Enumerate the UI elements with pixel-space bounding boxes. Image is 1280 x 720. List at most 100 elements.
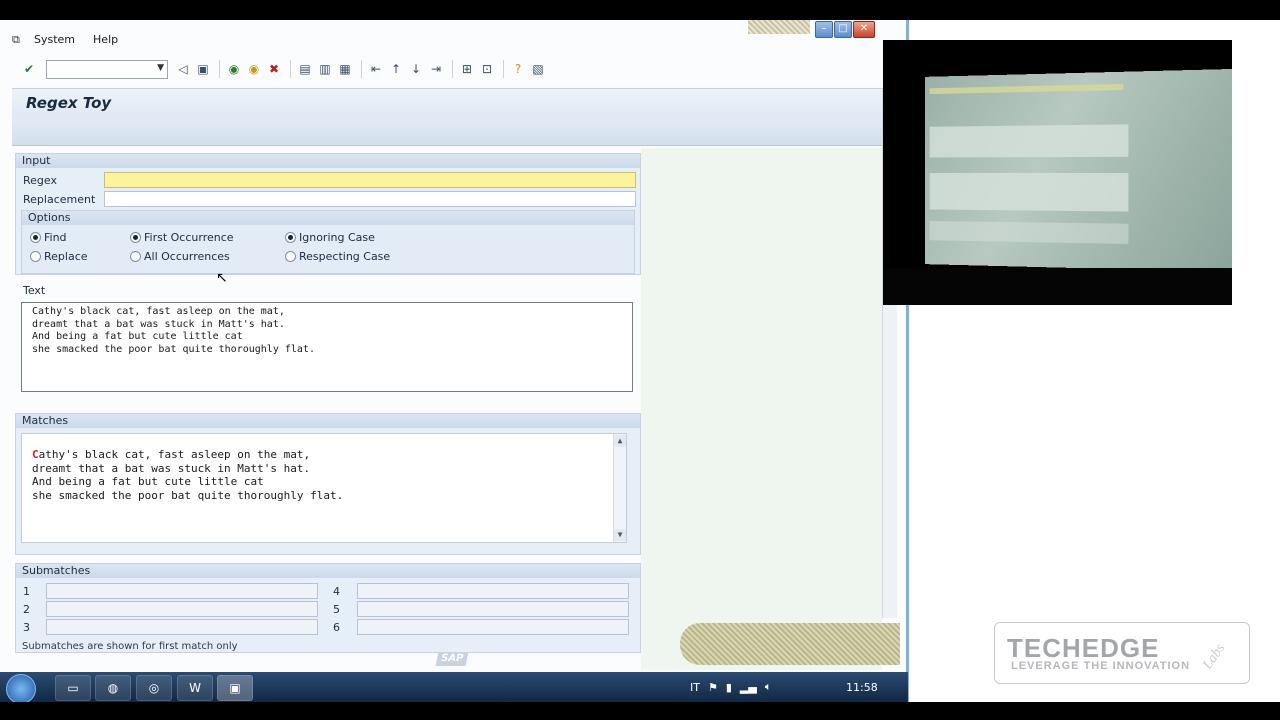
minimize-button[interactable]: – — [815, 21, 833, 38]
logo-tagline: LEVERAGE THE INNOVATION — [1011, 660, 1191, 672]
toolbar-separator — [290, 60, 291, 78]
flag-icon[interactable]: ⚑ — [708, 681, 718, 694]
cancel-icon[interactable]: ✖ — [265, 60, 283, 78]
windows-start-icon[interactable] — [6, 674, 36, 704]
submatch-field-3 — [46, 619, 318, 635]
radio-selected-icon — [130, 232, 141, 243]
projected-bar — [929, 83, 1124, 95]
taskbar: ▭ ◍ ◎ W ▣ IT ⚑ ▮ ▂▄ 🔈︎ 11:58 — [0, 672, 908, 704]
text-input[interactable]: Cathy's black cat, fast asleep on the ma… — [21, 302, 633, 392]
sap-window: – □ ✕ ⧉ System Help ✔ ▼ ◁ ▣ ◉ ◉ ✖ ▤ ▥ ▦ … — [0, 20, 908, 672]
submatch-number: 1 — [23, 585, 30, 598]
firefox-icon[interactable]: ◍ — [95, 675, 131, 701]
chrome-icon[interactable]: ◎ — [136, 675, 172, 701]
save-icon[interactable]: ▣ — [194, 60, 212, 78]
text-line: Cathy's black cat, fast asleep on the ma… — [32, 306, 285, 317]
first-page-icon[interactable]: ⇤ — [367, 60, 385, 78]
radio-replace[interactable]: Replace — [30, 250, 88, 263]
chevron-down-icon[interactable]: ▼ — [157, 63, 164, 73]
match-highlight: C — [32, 448, 39, 461]
match-line: dreamt that a bat was stuck in Matt's ha… — [32, 461, 311, 475]
submatch-field-6 — [357, 619, 629, 635]
matches-scrollbar[interactable]: ▲ ▼ — [613, 434, 626, 542]
match-line: And being a fat but cute little cat — [32, 475, 264, 488]
submatches-group-title: Submatches — [16, 564, 640, 578]
power-icon[interactable]: ▮ — [726, 681, 732, 694]
replacement-label: Replacement — [23, 193, 96, 206]
enter-check-icon[interactable]: ✔ — [20, 60, 38, 78]
find-next-icon[interactable]: ▦ — [336, 60, 354, 78]
bottom-black-bar — [0, 702, 1280, 720]
back-nav-icon[interactable]: ◉ — [225, 60, 243, 78]
radio-ignoring-case[interactable]: Ignoring Case — [285, 231, 375, 244]
previous-page-icon[interactable]: ↑ — [387, 60, 405, 78]
submatch-number: 6 — [333, 621, 340, 634]
input-group-title: Input — [16, 154, 640, 168]
radio-selected-icon — [285, 232, 296, 243]
toolbar-separator — [361, 60, 362, 78]
menubar: ⧉ System Help — [0, 28, 136, 50]
radio-first-label: First Occurrence — [144, 231, 234, 244]
replacement-input[interactable] — [104, 191, 636, 207]
sap-gui-icon[interactable]: ▣ — [217, 675, 253, 701]
radio-find-label: Find — [44, 231, 67, 244]
next-page-icon[interactable]: ↓ — [407, 60, 425, 78]
scroll-up-icon[interactable]: ▲ — [614, 435, 626, 447]
menu-icon[interactable]: ⧉ — [12, 33, 26, 46]
page-title: Regex Toy — [26, 94, 112, 112]
radio-first-occurrence[interactable]: First Occurrence — [130, 231, 234, 244]
submatch-number: 3 — [23, 621, 30, 634]
radio-respecting-case[interactable]: Respecting Case — [285, 250, 390, 263]
radio-all-label: All Occurrences — [144, 250, 230, 263]
submatch-number: 4 — [333, 585, 340, 598]
explorer-folder-icon[interactable]: ▭ — [55, 675, 91, 701]
toolbar: ✔ ▼ ◁ ▣ ◉ ◉ ✖ ▤ ▥ ▦ ⇤ ↑ ↓ ⇥ ⊞ ⊡ ? ▧ — [0, 56, 880, 82]
match-line: Cathy's black cat, fast asleep on the ma… — [32, 448, 626, 462]
sap-logo: SAP — [435, 652, 469, 666]
regex-input[interactable] — [104, 172, 636, 188]
volume-icon[interactable]: 🔈︎ — [765, 680, 772, 694]
layout-menu-icon[interactable]: ▧ — [529, 60, 547, 78]
projected-screen — [925, 68, 1232, 273]
projected-block — [929, 172, 1129, 212]
input-group: Input Regex Replacement Options Find Rep… — [15, 153, 641, 275]
radio-selected-icon — [30, 232, 41, 243]
radio-find[interactable]: Find — [30, 231, 67, 244]
submatches-group: Submatches 1 2 3 4 5 6 — [15, 563, 641, 653]
word-icon[interactable]: W — [177, 675, 213, 701]
top-black-bar — [0, 0, 1280, 20]
find-icon[interactable]: ▥ — [316, 60, 334, 78]
projected-block — [929, 220, 1129, 245]
hatch-decoration-bottom — [680, 623, 900, 665]
back-arrow-icon[interactable]: ◁ — [174, 60, 192, 78]
language-indicator[interactable]: IT — [690, 681, 700, 694]
shortcut-icon[interactable]: ⊡ — [478, 60, 496, 78]
matches-output: Cathy's black cat, fast asleep on the ma… — [21, 433, 627, 543]
clock[interactable]: 11:58 — [846, 681, 878, 694]
close-button[interactable]: ✕ — [853, 21, 875, 38]
menu-system[interactable]: System — [34, 33, 75, 46]
matches-group: Matches Cathy's black cat, fast asleep o… — [15, 413, 641, 555]
submatch-field-4 — [357, 583, 629, 599]
new-session-icon[interactable]: ⊞ — [458, 60, 476, 78]
toolbar-separator — [503, 60, 504, 78]
radio-ignoring-label: Ignoring Case — [299, 231, 375, 244]
exit-icon[interactable]: ◉ — [245, 60, 263, 78]
toolbar-separator — [452, 60, 453, 78]
text-line: dreamt that a bat was stuck in Matt's ha… — [32, 318, 285, 330]
scroll-down-icon[interactable]: ▼ — [614, 529, 626, 541]
command-field[interactable]: ▼ — [46, 59, 168, 79]
submatch-number: 5 — [333, 603, 340, 616]
projected-block — [929, 124, 1129, 158]
print-icon[interactable]: ▤ — [296, 60, 314, 78]
network-icon[interactable]: ▂▄ — [740, 681, 757, 694]
options-group: Options Find Replace First Occurrence Al… — [21, 210, 635, 274]
techedge-logo: TECHEDGE LEVERAGE THE INNOVATION Labs — [994, 622, 1250, 684]
menu-help[interactable]: Help — [93, 33, 118, 46]
radio-all-occurrences[interactable]: All Occurrences — [130, 250, 230, 263]
regex-label: Regex — [23, 174, 57, 187]
application-toolbar — [12, 117, 882, 146]
maximize-button[interactable]: □ — [834, 21, 852, 38]
help-icon[interactable]: ? — [509, 60, 527, 78]
last-page-icon[interactable]: ⇥ — [427, 60, 445, 78]
